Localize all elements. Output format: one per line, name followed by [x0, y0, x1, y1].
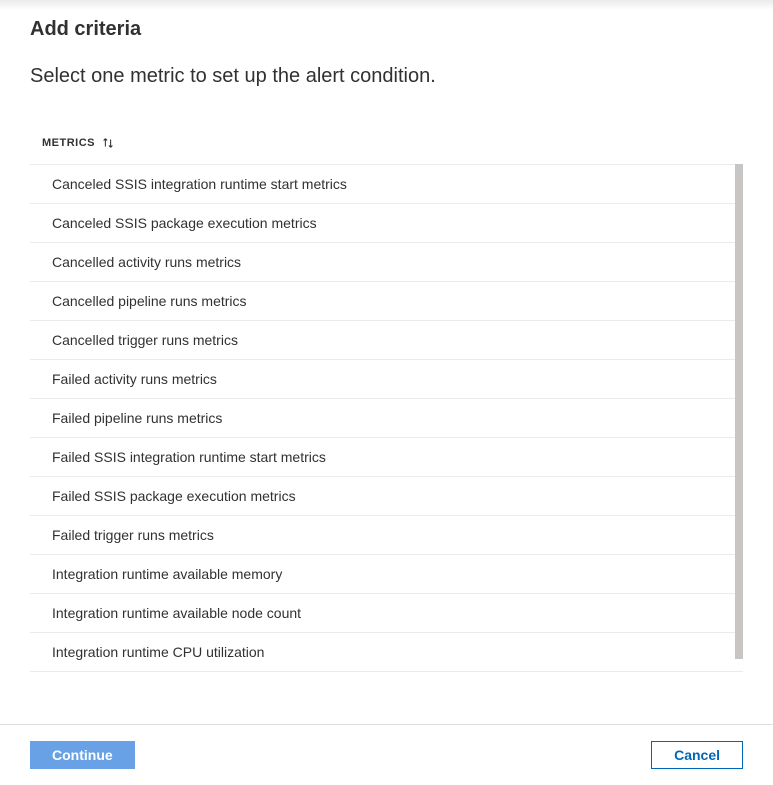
cancel-button[interactable]: Cancel: [651, 741, 743, 769]
metric-row[interactable]: Failed SSIS package execution metrics: [30, 477, 743, 516]
add-criteria-panel: Add criteria Select one metric to set up…: [0, 0, 773, 676]
metric-row[interactable]: Failed trigger runs metrics: [30, 516, 743, 555]
metric-row[interactable]: Integration runtime available memory: [30, 555, 743, 594]
metrics-column-header[interactable]: METRICS: [30, 136, 123, 164]
continue-button[interactable]: Continue: [30, 741, 135, 769]
metric-row[interactable]: Failed activity runs metrics: [30, 360, 743, 399]
metric-row[interactable]: Cancelled pipeline runs metrics: [30, 282, 743, 321]
metrics-column-label: METRICS: [42, 137, 95, 149]
metric-row[interactable]: Cancelled trigger runs metrics: [30, 321, 743, 360]
dialog-footer: Continue Cancel: [0, 724, 773, 785]
metric-row[interactable]: Integration runtime CPU utilization: [30, 633, 743, 672]
metric-row[interactable]: Canceled SSIS package execution metrics: [30, 204, 743, 243]
metrics-list[interactable]: Canceled SSIS integration runtime start …: [30, 164, 743, 676]
dialog-title: Add criteria: [30, 18, 743, 41]
metric-row[interactable]: Failed SSIS integration runtime start me…: [30, 438, 743, 477]
metric-row[interactable]: Cancelled activity runs metrics: [30, 243, 743, 282]
metric-row[interactable]: Failed pipeline runs metrics: [30, 399, 743, 438]
dialog-subtitle: Select one metric to set up the alert co…: [30, 65, 743, 88]
metrics-container: Canceled SSIS integration runtime start …: [30, 164, 743, 676]
metric-row[interactable]: Canceled SSIS integration runtime start …: [30, 165, 743, 204]
sort-icon: [101, 136, 115, 150]
metric-row[interactable]: Integration runtime available node count: [30, 594, 743, 633]
